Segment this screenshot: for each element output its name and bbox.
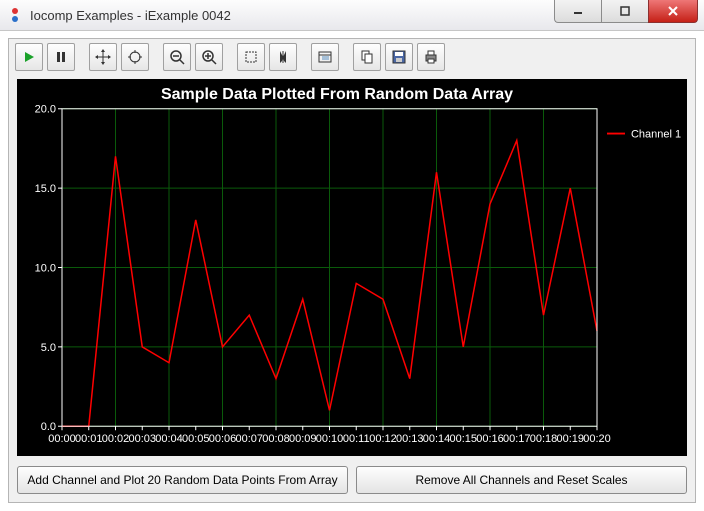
svg-text:00:01: 00:01	[75, 433, 102, 445]
remove-channels-button[interactable]: Remove All Channels and Reset Scales	[356, 466, 687, 494]
svg-text:00:19: 00:19	[557, 433, 584, 445]
window-controls	[554, 0, 698, 30]
svg-text:Sample Data Plotted From Rando: Sample Data Plotted From Random Data Arr…	[161, 86, 513, 103]
svg-text:00:17: 00:17	[503, 433, 530, 445]
app-icon	[8, 7, 24, 23]
svg-text:00:10: 00:10	[316, 433, 343, 445]
svg-text:00:09: 00:09	[289, 433, 316, 445]
svg-text:0.0: 0.0	[41, 421, 56, 433]
close-button[interactable]	[648, 0, 698, 23]
svg-text:15.0: 15.0	[35, 183, 56, 195]
svg-text:00:05: 00:05	[182, 433, 209, 445]
svg-text:Channel 1: Channel 1	[631, 129, 681, 141]
minimize-button[interactable]	[554, 0, 601, 23]
add-channel-button[interactable]: Add Channel and Plot 20 Random Data Poin…	[17, 466, 348, 494]
svg-text:00:15: 00:15	[450, 433, 477, 445]
svg-text:00:18: 00:18	[530, 433, 557, 445]
svg-text:00:00: 00:00	[48, 433, 75, 445]
window-title: Iocomp Examples - iExample 0042	[30, 8, 554, 23]
zoom-in-button[interactable]	[195, 43, 223, 71]
print-button[interactable]	[417, 43, 445, 71]
app-window: Iocomp Examples - iExample 0042	[0, 0, 704, 511]
properties-button[interactable]	[311, 43, 339, 71]
scroll-axes-button[interactable]	[89, 43, 117, 71]
pause-button[interactable]	[47, 43, 75, 71]
svg-text:00:16: 00:16	[476, 433, 503, 445]
svg-text:00:20: 00:20	[583, 433, 610, 445]
svg-text:00:12: 00:12	[369, 433, 396, 445]
button-row: Add Channel and Plot 20 Random Data Poin…	[17, 466, 687, 494]
svg-text:00:02: 00:02	[102, 433, 129, 445]
svg-text:00:11: 00:11	[343, 433, 370, 445]
svg-text:00:13: 00:13	[396, 433, 423, 445]
svg-text:00:03: 00:03	[129, 433, 156, 445]
maximize-button[interactable]	[601, 0, 648, 23]
svg-text:00:07: 00:07	[236, 433, 263, 445]
zoom-box-button[interactable]	[237, 43, 265, 71]
cursor-button[interactable]	[269, 43, 297, 71]
chart[interactable]: Sample Data Plotted From Random Data Arr…	[17, 79, 687, 456]
titlebar[interactable]: Iocomp Examples - iExample 0042	[0, 0, 704, 31]
zoom-out-button[interactable]	[163, 43, 191, 71]
svg-text:00:14: 00:14	[423, 433, 450, 445]
svg-text:00:08: 00:08	[262, 433, 289, 445]
svg-text:00:04: 00:04	[155, 433, 182, 445]
play-button[interactable]	[15, 43, 43, 71]
client-area: Sample Data Plotted From Random Data Arr…	[8, 38, 696, 503]
zoom-axes-button[interactable]	[121, 43, 149, 71]
toolbar	[9, 39, 695, 75]
svg-text:00:06: 00:06	[209, 433, 236, 445]
save-button[interactable]	[385, 43, 413, 71]
svg-text:20.0: 20.0	[35, 104, 56, 116]
svg-text:5.0: 5.0	[41, 342, 56, 354]
svg-text:10.0: 10.0	[35, 263, 56, 275]
copy-button[interactable]	[353, 43, 381, 71]
